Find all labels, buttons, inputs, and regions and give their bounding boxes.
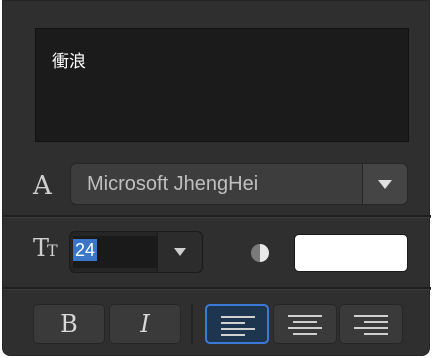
text-color-swatch[interactable]	[294, 234, 408, 272]
divider	[3, 215, 431, 217]
font-size-dropdown[interactable]: 24	[69, 231, 203, 273]
align-left-button[interactable]	[205, 304, 269, 344]
text-properties-panel: 衝浪 A Microsoft JhengHei TT 24 B I	[2, 0, 431, 356]
chevron-down-icon	[174, 248, 186, 256]
align-right-button[interactable]	[339, 304, 403, 344]
color-wheel-icon	[251, 244, 269, 262]
font-family-dropdown[interactable]: Microsoft JhengHei	[70, 163, 408, 205]
align-center-button[interactable]	[273, 304, 337, 344]
font-size-value[interactable]: 24	[73, 239, 98, 261]
text-content[interactable]: 衝浪	[52, 47, 86, 72]
font-icon: A	[33, 171, 52, 201]
vertical-divider	[191, 304, 193, 344]
font-dropdown-button[interactable]	[362, 164, 407, 204]
italic-button[interactable]: I	[109, 304, 181, 344]
font-size-input[interactable]: 24	[73, 236, 157, 268]
chevron-down-icon	[378, 180, 392, 189]
bold-button[interactable]: B	[33, 304, 105, 344]
font-size-dropdown-button[interactable]	[157, 232, 202, 272]
font-family-label: Microsoft JhengHei	[87, 173, 259, 195]
divider	[3, 287, 431, 289]
text-input-area[interactable]: 衝浪	[35, 28, 409, 142]
text-size-icon: TT	[33, 234, 58, 262]
